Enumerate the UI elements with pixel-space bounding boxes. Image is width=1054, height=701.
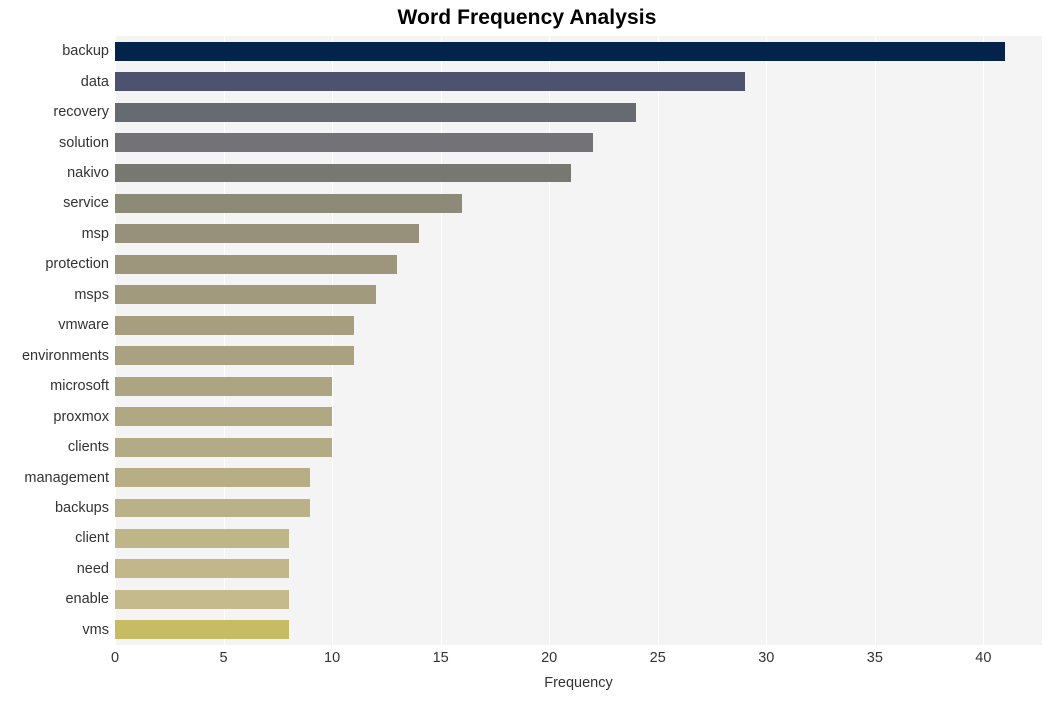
y-tick-label: need — [76, 560, 109, 577]
bars-container — [115, 36, 1042, 645]
plot-area — [115, 36, 1042, 645]
bar — [115, 133, 593, 152]
bar — [115, 468, 311, 487]
x-tick-label: 25 — [649, 650, 666, 666]
bar-row — [115, 194, 1042, 213]
bar — [115, 315, 354, 335]
bar-row — [115, 559, 1042, 579]
bar-row — [115, 589, 1042, 609]
y-tick-label: client — [75, 530, 109, 547]
x-tick-label: 30 — [758, 650, 775, 666]
bar-row — [115, 133, 1042, 152]
bar-row — [115, 72, 1042, 92]
y-tick-label: clients — [67, 439, 109, 456]
y-tick-label: msps — [74, 286, 109, 303]
bar-row — [115, 528, 1042, 548]
bar-row — [115, 468, 1042, 487]
bar — [115, 376, 333, 396]
bar-row — [115, 407, 1042, 427]
word-frequency-chart: Word Frequency Analysis backup data recove… — [0, 0, 1054, 701]
y-tick-label: environments — [21, 347, 109, 364]
bar-row — [115, 102, 1042, 122]
x-tick-label: 40 — [975, 650, 992, 666]
x-tick-label: 0 — [110, 650, 120, 666]
y-tick-label: solution — [59, 134, 109, 151]
bar-row — [115, 376, 1042, 396]
y-tick-label: backup — [62, 43, 109, 60]
bar — [115, 407, 333, 427]
bar-row — [115, 498, 1042, 518]
x-axis-tick-labels: 0 5 10 15 20 25 30 35 40 — [0, 650, 1054, 672]
y-tick-label: management — [24, 469, 109, 486]
x-tick-label: 20 — [541, 650, 558, 666]
bar-row — [115, 254, 1042, 274]
x-tick-label: 35 — [866, 650, 883, 666]
y-tick-label: recovery — [53, 104, 109, 121]
chart-title: Word Frequency Analysis — [397, 6, 657, 29]
y-tick-label: service — [63, 195, 109, 212]
x-tick-label: 15 — [432, 650, 449, 666]
bar-row — [115, 346, 1042, 366]
bar-row — [115, 285, 1042, 305]
y-tick-label: vmware — [58, 317, 109, 334]
bar — [115, 589, 289, 609]
y-tick-label: vms — [82, 621, 109, 638]
y-tick-label: proxmox — [53, 408, 109, 425]
bar — [115, 528, 289, 548]
x-axis-title: Frequency — [544, 675, 613, 691]
y-tick-label: protection — [45, 256, 109, 273]
y-tick-label: data — [80, 73, 109, 90]
bar — [115, 254, 398, 274]
x-tick-label: 10 — [324, 650, 341, 666]
bar — [115, 72, 745, 92]
x-tick-label: 5 — [219, 650, 228, 666]
y-tick-label: backups — [54, 499, 109, 516]
bar-row — [115, 315, 1042, 335]
y-tick-label: microsoft — [50, 378, 109, 395]
bar — [115, 559, 289, 579]
bar-row — [115, 41, 1042, 61]
bar — [115, 620, 289, 640]
bar — [115, 41, 1006, 61]
bar-row — [115, 163, 1042, 183]
bar — [115, 437, 333, 457]
bar — [115, 163, 571, 183]
bar — [115, 498, 311, 518]
bar — [115, 194, 463, 213]
bar — [115, 346, 354, 366]
bar — [115, 285, 376, 305]
bar — [115, 102, 637, 122]
bar-row — [115, 620, 1042, 640]
y-axis-tick-labels: backup data recovery solution nakivo service m… — [0, 36, 109, 645]
bar — [115, 224, 419, 244]
y-tick-label: msp — [81, 225, 109, 242]
bar-row — [115, 437, 1042, 457]
y-tick-label: enable — [65, 591, 109, 608]
bar-row — [115, 224, 1042, 244]
y-tick-label: nakivo — [67, 165, 109, 182]
